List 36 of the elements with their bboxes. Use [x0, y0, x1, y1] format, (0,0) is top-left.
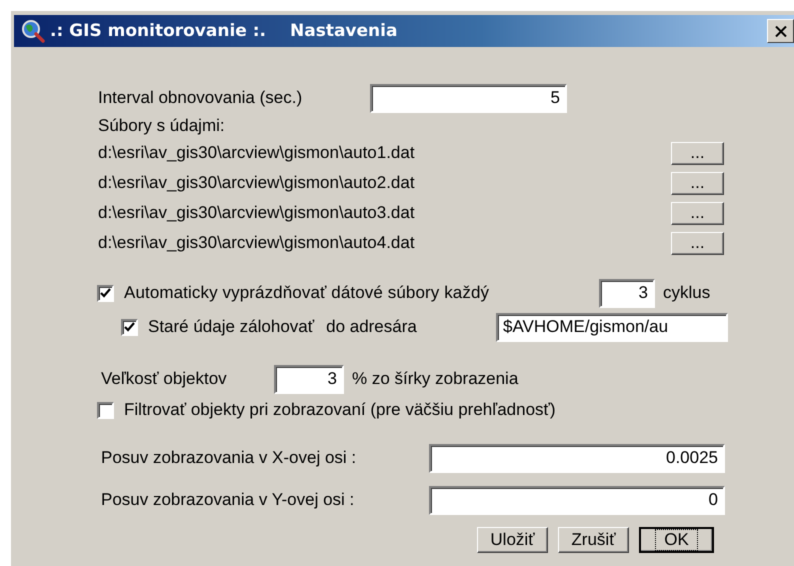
browse-button[interactable]: ...: [671, 232, 724, 254]
checkbox-label: Automaticky vyprázdňovať dátové súbory každý: [124, 283, 490, 303]
close-icon: [774, 26, 786, 36]
window-subtitle: Nastavenia: [290, 21, 398, 41]
window-title: .: GIS monitorovanie :.: [50, 21, 266, 41]
field-label: do adresára: [326, 317, 418, 337]
checkbox-label: Staré údaje zálohovať: [148, 317, 314, 337]
dialog-button[interactable]: Uložiť: [477, 527, 548, 553]
file-path: d:\esri\av_gis30\arcview\gismon\auto2.dat: [97, 173, 416, 193]
input-field[interactable]: 3: [599, 278, 655, 308]
section-label: Súbory s údajmi:: [97, 116, 225, 136]
input-field[interactable]: 5: [370, 84, 567, 112]
input-field[interactable]: 0: [429, 486, 725, 514]
unit-label: % zo šírky zobrazenia: [352, 369, 518, 389]
browse-button[interactable]: ...: [671, 172, 724, 194]
file-path: d:\esri\av_gis30\arcview\gismon\auto3.dat: [97, 203, 416, 223]
input-field[interactable]: $AVHOME/gismon/au: [496, 312, 728, 342]
browse-button[interactable]: ...: [671, 202, 724, 224]
unit-label: cyklus: [663, 283, 710, 303]
input-field[interactable]: 0.0025: [429, 444, 725, 472]
dialog-button[interactable]: Zrušiť: [558, 527, 629, 553]
field-label: Interval obnovovania (sec.): [97, 88, 304, 108]
dialog-button[interactable]: OK: [639, 527, 714, 553]
file-path: d:\esri\av_gis30\arcview\gismon\auto4.dat: [97, 233, 416, 253]
checkbox[interactable]: [121, 318, 138, 336]
globe-magnifier-icon: [20, 18, 46, 44]
file-path: d:\esri\av_gis30\arcview\gismon\auto1.dat: [97, 143, 416, 163]
checkbox[interactable]: [97, 284, 114, 302]
checkbox-label: Filtrovať objekty pri zobrazovaní (pre väčšiu prehľadnosť): [124, 400, 556, 420]
field-label: Posuv zobrazovania v X-ovej osi :: [100, 448, 358, 468]
checkbox[interactable]: [97, 402, 114, 418]
browse-button[interactable]: ...: [671, 142, 724, 164]
field-label: Veľkosť objektov: [100, 369, 228, 389]
close-button[interactable]: [767, 19, 794, 43]
field-label: Posuv zobrazovania v Y-ovej osi :: [100, 490, 356, 510]
input-field[interactable]: 3: [274, 364, 344, 394]
